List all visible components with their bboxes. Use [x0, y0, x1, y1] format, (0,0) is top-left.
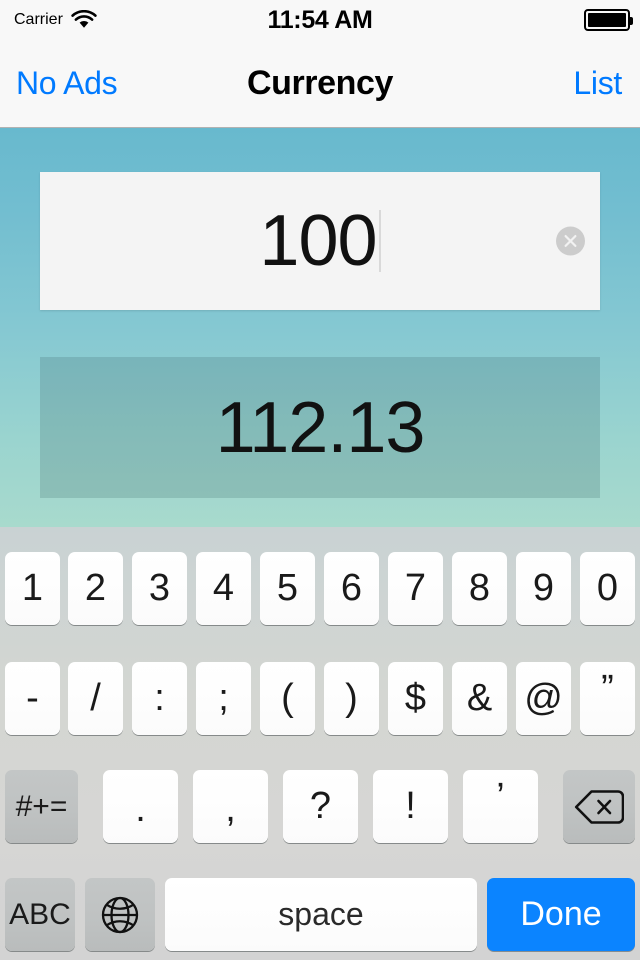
key-1[interactable]: 1 — [5, 552, 60, 625]
key-hyphen[interactable]: - — [5, 662, 60, 735]
navigation-bar: No Ads Currency List — [0, 40, 640, 128]
key-done[interactable]: Done — [487, 878, 635, 951]
key-5[interactable]: 5 — [260, 552, 315, 625]
key-colon[interactable]: : — [132, 662, 187, 735]
key-7[interactable]: 7 — [388, 552, 443, 625]
key-abc-switch[interactable]: ABC — [5, 878, 75, 951]
converted-result-field: 112.13 — [40, 357, 600, 498]
amount-input-value: 100 — [259, 201, 377, 281]
key-at[interactable]: @ — [516, 662, 571, 735]
battery-icon — [584, 9, 633, 31]
key-6[interactable]: 6 — [324, 552, 379, 625]
key-3[interactable]: 3 — [132, 552, 187, 625]
key-slash[interactable]: / — [68, 662, 123, 735]
converter-content: 100 112.13 — [0, 128, 640, 527]
keyboard-row-symbols: - / : ; ( ) $ & @ ” — [0, 662, 640, 735]
key-0[interactable]: 0 — [580, 552, 635, 625]
key-space[interactable]: space — [165, 878, 477, 951]
list-button[interactable]: List — [573, 40, 622, 127]
status-bar: Carrier 11:54 AM — [0, 0, 640, 40]
key-dollar[interactable]: $ — [388, 662, 443, 735]
key-paren-close[interactable]: ) — [324, 662, 379, 735]
key-semicolon[interactable]: ; — [196, 662, 251, 735]
key-question[interactable]: ? — [283, 770, 358, 843]
key-9[interactable]: 9 — [516, 552, 571, 625]
key-exclamation[interactable]: ! — [373, 770, 448, 843]
phone-screen: Carrier 11:54 AM No Ads Currency List 1 0 — [0, 0, 640, 960]
page-title: Currency — [246, 64, 394, 102]
backspace-icon[interactable] — [563, 770, 635, 843]
key-symbols-switch[interactable]: #+= — [5, 770, 78, 843]
battery-fill — [588, 13, 626, 27]
key-comma[interactable]: , — [193, 770, 268, 843]
key-double-quote[interactable]: ” — [580, 662, 635, 735]
on-screen-keyboard: 1 2 3 4 5 6 7 8 9 0 - / : ; ( ) $ & @ ” … — [0, 527, 640, 960]
key-4[interactable]: 4 — [196, 552, 251, 625]
key-paren-open[interactable]: ( — [260, 662, 315, 735]
key-2[interactable]: 2 — [68, 552, 123, 625]
amount-input-field[interactable]: 100 — [40, 172, 600, 310]
amount-value-wrap: 100 — [40, 172, 600, 310]
key-ampersand[interactable]: & — [452, 662, 507, 735]
converted-result-value: 112.13 — [215, 387, 426, 468]
status-bar-right — [584, 0, 633, 40]
keyboard-row-bottom: ABC space Done — [0, 878, 640, 951]
text-caret — [378, 210, 381, 272]
status-bar-time: 11:54 AM — [267, 5, 373, 34]
key-8[interactable]: 8 — [452, 552, 507, 625]
key-period[interactable]: . — [103, 770, 178, 843]
key-apostrophe[interactable]: ’ — [463, 770, 538, 843]
keyboard-row-numbers: 1 2 3 4 5 6 7 8 9 0 — [0, 552, 640, 625]
keyboard-row-punctuation: #+= . , ? ! ’ — [0, 770, 640, 843]
globe-icon[interactable] — [85, 878, 155, 951]
clear-circle-icon[interactable] — [556, 226, 585, 256]
